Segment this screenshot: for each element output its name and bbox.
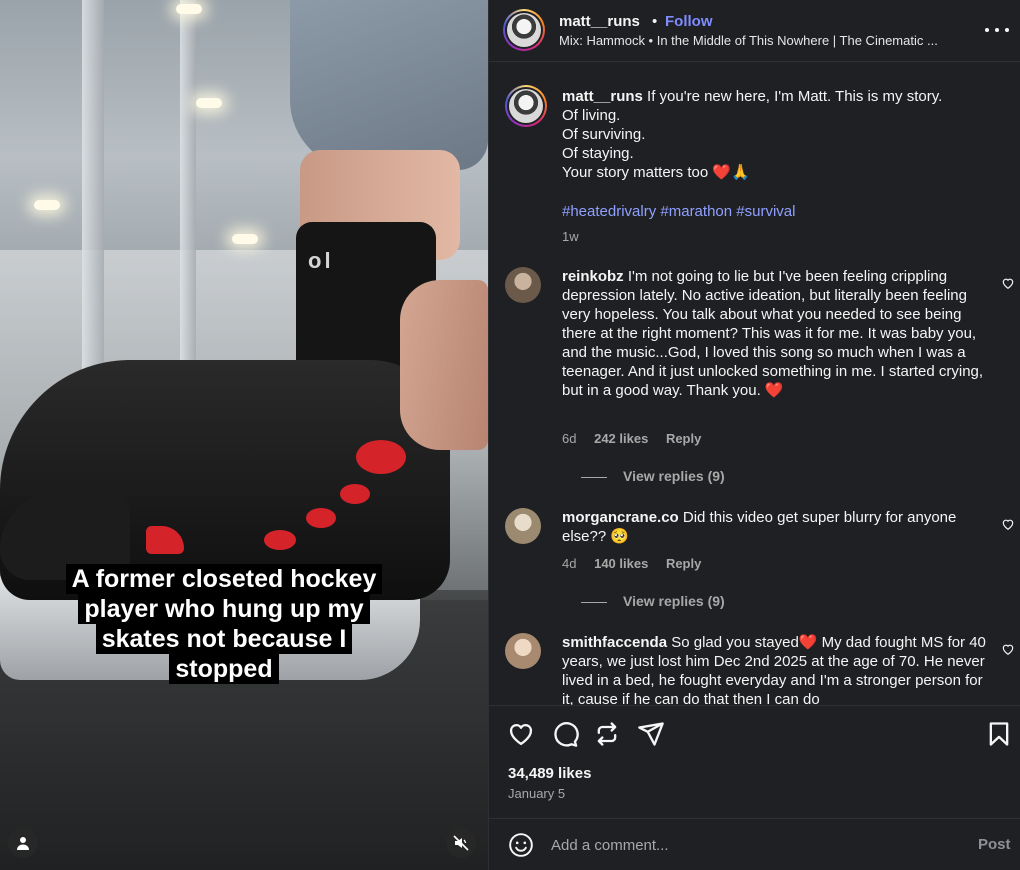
- sock-logo: ol: [308, 248, 334, 273]
- reply-button[interactable]: Reply: [666, 556, 701, 571]
- ceiling-light: [176, 4, 202, 14]
- view-replies-button[interactable]: View replies (9): [581, 593, 725, 609]
- save-bookmark-icon[interactable]: [985, 720, 1013, 748]
- author-avatar[interactable]: [503, 9, 545, 51]
- like-comment-heart-icon[interactable]: [1001, 276, 1015, 290]
- comment-meta: 4d 140 likes Reply: [562, 556, 715, 571]
- person-icon: [17, 837, 29, 850]
- post-header: matt__runs • Follow Mix: Hammock • In th…: [489, 0, 1020, 62]
- post-date: January 5: [508, 786, 566, 801]
- ceiling-light: [232, 234, 258, 244]
- reply-button[interactable]: Reply: [666, 431, 701, 446]
- follow-button[interactable]: Follow: [665, 13, 713, 30]
- commenter-avatar[interactable]: [505, 267, 541, 303]
- commenter-username[interactable]: morgancrane.co: [562, 509, 679, 526]
- commenter-username[interactable]: reinkobz: [562, 268, 624, 285]
- like-comment-heart-icon[interactable]: [1001, 642, 1015, 656]
- commenter-avatar[interactable]: [505, 633, 541, 669]
- audio-track-link[interactable]: Mix: Hammock • In the Middle of This Now…: [559, 33, 969, 48]
- caption-timestamp: 1w: [562, 229, 579, 244]
- commenter-avatar[interactable]: [505, 508, 541, 544]
- like-count[interactable]: 34,489 likes: [508, 765, 591, 782]
- jeans: [290, 0, 488, 170]
- comment-likes[interactable]: 242 likes: [594, 431, 648, 446]
- emoji-icon[interactable]: [508, 832, 534, 858]
- post-actions: 34,489 likes January 5: [489, 705, 1020, 817]
- share-paper-plane-icon[interactable]: [637, 720, 665, 748]
- like-comment-heart-icon[interactable]: [1001, 517, 1015, 531]
- comment-likes[interactable]: 140 likes: [594, 556, 648, 571]
- skate-accent: [340, 484, 370, 504]
- comment-bubble-icon[interactable]: [551, 720, 579, 748]
- like-heart-icon[interactable]: [507, 720, 535, 748]
- hand: [400, 280, 488, 450]
- skate-accent: [264, 530, 296, 550]
- post-comment-button[interactable]: Post: [978, 836, 1011, 853]
- comment-meta: 6d 242 likes Reply: [562, 431, 715, 446]
- add-comment-bar: Post: [489, 818, 1020, 870]
- caption-username[interactable]: matt__runs: [562, 88, 643, 105]
- mute-button[interactable]: [446, 828, 476, 858]
- separator: •: [652, 13, 658, 30]
- ceiling-light: [196, 98, 222, 108]
- comment-text: morgancrane.co Did this video get super …: [562, 509, 957, 545]
- comment-text: reinkobz I'm not going to lie but I've b…: [562, 268, 984, 399]
- tagged-user-button[interactable]: [8, 828, 38, 858]
- skate-accent: [356, 440, 406, 474]
- ceiling-light: [34, 200, 60, 210]
- author-username[interactable]: matt__runs: [559, 13, 640, 30]
- video-player[interactable]: ol A former closeted hockey player who h…: [0, 0, 488, 870]
- commenter-username[interactable]: smithfaccenda: [562, 634, 667, 651]
- comment-text: smithfaccenda So glad you stayed❤️ My da…: [562, 634, 986, 705]
- caption-text: matt__runs If you're new here, I'm Matt.…: [562, 88, 943, 181]
- more-options-icon[interactable]: [985, 20, 1009, 40]
- repost-icon[interactable]: [593, 720, 621, 748]
- comment-input[interactable]: [551, 833, 951, 857]
- speaker-muted-icon: [453, 835, 469, 851]
- skate-accent: [306, 508, 336, 528]
- view-replies-button[interactable]: View replies (9): [581, 468, 725, 484]
- caption-hashtags[interactable]: #heatedrivalry #marathon #survival: [562, 203, 795, 220]
- video-caption-overlay: A former closeted hockey player who hung…: [64, 564, 384, 684]
- comment-time: 4d: [562, 556, 577, 571]
- comment-time: 6d: [562, 431, 577, 446]
- caption-author-avatar[interactable]: [505, 85, 547, 127]
- post-panel: matt__runs • Follow Mix: Hammock • In th…: [488, 0, 1020, 870]
- comments-scroll-area[interactable]: matt__runs If you're new here, I'm Matt.…: [489, 63, 1020, 705]
